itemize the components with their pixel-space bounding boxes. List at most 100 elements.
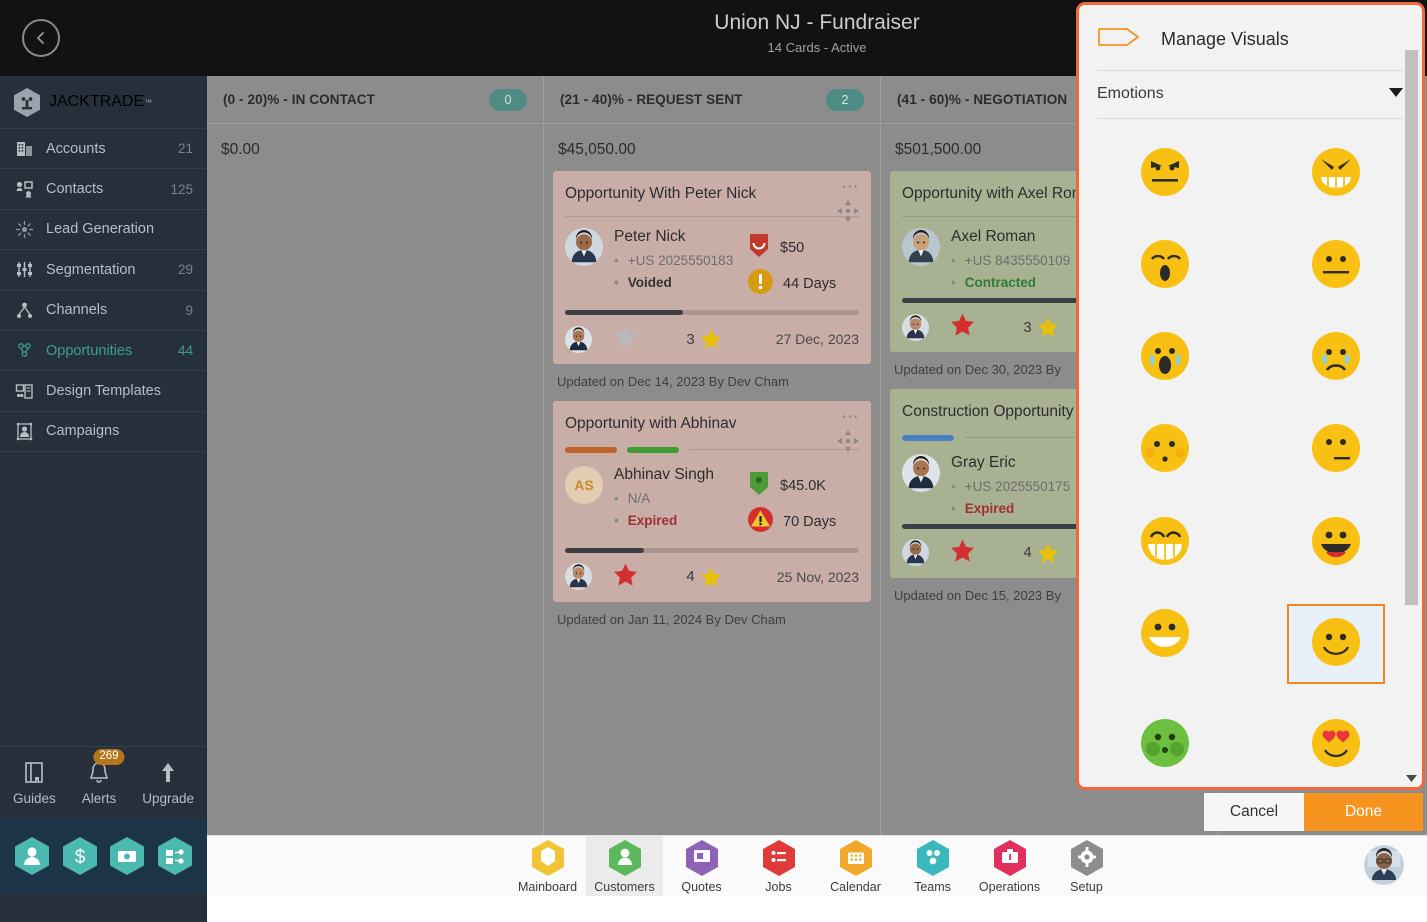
slight-smile-face-icon [1310, 616, 1362, 673]
bottom-nav-calendar[interactable]: Calendar [817, 836, 894, 897]
card-menu-button[interactable]: ⋯ [842, 178, 861, 195]
smirk-face-icon [1310, 422, 1362, 479]
sidebar-item-contacts[interactable]: Contacts 125 [0, 169, 207, 210]
rating-count: 3 [686, 330, 695, 348]
board-column: (0 - 20)% - IN CONTACT 0 $0.00 [207, 76, 544, 835]
card-drag-handle[interactable] [837, 430, 859, 457]
building-icon [13, 139, 35, 159]
rating-star[interactable]: 3 [996, 316, 1086, 338]
column-count-badge: 2 [826, 88, 864, 111]
column-title: (0 - 20)% - IN CONTACT [223, 92, 375, 107]
sidebar-tool-upgrade[interactable]: Upgrade [142, 760, 194, 806]
beaming-grin-face-icon [1139, 515, 1191, 572]
card-title: Opportunity with Abhinav [565, 415, 737, 433]
open-laugh-face-icon [1310, 515, 1362, 572]
emoji-option-open-laugh-face[interactable] [1286, 512, 1386, 574]
scroll-down-arrow-icon[interactable] [1405, 771, 1418, 785]
emoji-option-smirk-face[interactable] [1286, 420, 1386, 482]
rating-count: 3 [1023, 318, 1032, 336]
status-badge: Voided [614, 268, 733, 290]
rating-count: 4 [1023, 544, 1032, 562]
hex-button-payment[interactable] [110, 837, 145, 875]
rating-star[interactable]: 4 [996, 542, 1086, 564]
bottom-nav-customers[interactable]: Customers [586, 835, 663, 897]
card-menu-button[interactable]: ⋯ [842, 408, 861, 425]
column-count-badge: 0 [489, 88, 527, 111]
rating-count: 4 [686, 568, 695, 586]
sidebar-tool-alerts[interactable]: 269 Alerts [82, 748, 125, 806]
emoji-option-big-smile-face[interactable] [1115, 604, 1215, 666]
rating-star[interactable]: 3 [659, 328, 749, 350]
bottom-nav-mainboard[interactable]: Mainboard [509, 836, 586, 897]
done-button[interactable]: Done [1304, 793, 1423, 831]
card-metrics: $50 44 Days [747, 228, 859, 302]
user-avatar[interactable] [1364, 845, 1404, 885]
teams-icon [916, 839, 950, 877]
rating-star[interactable]: 4 [659, 566, 749, 588]
card-person-block: Gray Eric+US 2025550175Expired [902, 453, 1084, 516]
hex-button-workflow[interactable] [158, 837, 193, 875]
card-amount-row: $45.0K [747, 468, 859, 504]
sidebar-item-design-templates[interactable]: Design Templates [0, 371, 207, 412]
back-button[interactable] [22, 19, 60, 57]
amber-warning-icon [747, 268, 774, 300]
customers-icon [608, 839, 642, 877]
sidebar-item-count: 44 [177, 343, 193, 359]
modal-scrollbar-thumb[interactable] [1405, 50, 1418, 605]
emoji-option-rage-grimace-face[interactable] [1286, 143, 1386, 205]
sidebar-tool-guides[interactable]: Guides [13, 760, 56, 806]
bottom-nav-jobs[interactable]: Jobs [740, 836, 817, 897]
hex-button-dollar[interactable]: $ [62, 837, 97, 875]
bottom-nav-setup[interactable]: Setup [1048, 836, 1125, 897]
sidebar-item-accounts[interactable]: Accounts 21 [0, 129, 207, 170]
brand-trademark: ™ [144, 97, 153, 107]
column-card-list: ⋯ Opportunity With Peter Nick Peter Nick+U… [544, 171, 880, 639]
sidebar-item-channels[interactable]: Channels 9 [0, 291, 207, 331]
person-details: Axel Roman+US 8435550109Contracted [940, 228, 1070, 290]
card-drag-handle[interactable] [837, 200, 859, 227]
sidebar-item-campaigns[interactable]: Campaigns [0, 412, 207, 453]
person-name: Abhinav Singh [614, 465, 714, 483]
sidebar-item-opportunities[interactable]: Opportunities 44 [0, 331, 207, 372]
emoji-option-slight-smile-face[interactable] [1287, 604, 1386, 685]
person-phone: N/A [614, 484, 714, 506]
card-amount: $50 [780, 240, 805, 257]
emotion-category-select[interactable]: Emotions [1079, 71, 1422, 118]
modal-header: Manage Visuals [1079, 5, 1422, 70]
bottom-nav-teams[interactable]: Teams [894, 836, 971, 897]
card-date: 27 Dec, 2023 [775, 331, 859, 348]
emoji-option-sad-tear-face[interactable] [1286, 328, 1386, 390]
avatar [565, 228, 603, 267]
priority-star-icon[interactable] [592, 324, 659, 354]
hex-button-person[interactable] [14, 837, 49, 875]
card-person-block: Peter Nick+US 2025550183Voided [565, 228, 747, 302]
opportunity-card[interactable]: ⋯ Opportunity with Abhinav AS Abhinav Singh… [553, 401, 871, 602]
emoji-option-nauseated-face[interactable] [1115, 715, 1215, 777]
card-amount-row: $50 [747, 230, 859, 266]
priority-star-icon[interactable] [592, 562, 659, 592]
person-name: Gray Eric [951, 453, 1016, 471]
sidebar-item-segmentation[interactable]: Segmentation 29 [0, 250, 207, 291]
jobs-icon [762, 839, 796, 877]
segmentation-icon [13, 260, 35, 280]
emoji-option-beaming-grin-face[interactable] [1115, 512, 1215, 574]
sidebar-item-lead-generation[interactable]: Lead Generation [0, 210, 207, 251]
cancel-button[interactable]: Cancel [1204, 793, 1304, 831]
bottom-nav-operations[interactable]: Operations [971, 836, 1048, 897]
emoji-option-neutral-face[interactable] [1286, 235, 1386, 297]
brand-name: JACKTRADE [49, 93, 145, 110]
emoji-option-heart-eyes-face[interactable] [1286, 715, 1386, 777]
sidebar-topbar [0, 0, 207, 76]
bottom-nav-label: Teams [914, 879, 951, 894]
emoji-option-angry-face[interactable] [1115, 143, 1215, 205]
priority-star-icon[interactable] [929, 538, 996, 568]
bottom-nav-quotes[interactable]: Quotes [663, 836, 740, 897]
emoji-option-blushing-shy-face[interactable] [1115, 420, 1215, 482]
sidebar-item-label: Accounts [46, 140, 106, 157]
priority-star-icon[interactable] [929, 312, 996, 342]
emoji-option-yawning-face[interactable] [1115, 235, 1215, 297]
modal-title: Manage Visuals [1161, 29, 1289, 49]
opportunity-card[interactable]: ⋯ Opportunity With Peter Nick Peter Nick+U… [553, 171, 871, 365]
emoji-option-loudly-crying-face[interactable] [1115, 328, 1215, 390]
person-phone: +US 8435550109 [951, 246, 1070, 268]
